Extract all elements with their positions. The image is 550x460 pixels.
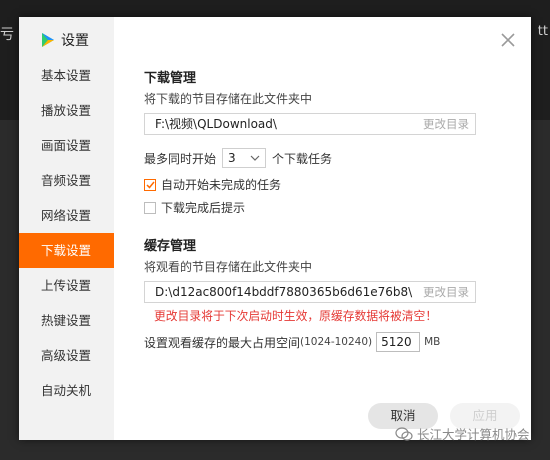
notify-label: 下载完成后提示 — [161, 201, 246, 215]
cache-size-input[interactable]: 5120 — [376, 332, 421, 352]
sidebar-item-basic[interactable]: 基本设置 — [19, 58, 114, 93]
concurrent-value: 3 — [228, 151, 236, 165]
cache-section-title: 缓存管理 — [144, 239, 197, 254]
sidebar-item-network[interactable]: 网络设置 — [19, 198, 114, 233]
notify-checkbox[interactable] — [144, 201, 156, 214]
auto-start-label: 自动开始未完成的任务 — [161, 178, 282, 192]
sidebar-item-download[interactable]: 下载设置 — [19, 233, 114, 268]
cache-path-value: D:\d12ac800f14bddf7880365b6d61e76b8\ — [155, 285, 413, 299]
cache-size-unit: MB — [424, 336, 441, 348]
concurrent-downloads-row: 最多同时开始 3 个下载任务 — [144, 148, 332, 168]
dialog-title: 设置 — [61, 33, 89, 49]
cache-size-prefix: 设置观看缓存的最大占用空间 — [144, 335, 301, 350]
download-section-title: 下载管理 — [144, 71, 197, 86]
checkmark-icon — [145, 181, 155, 189]
app-logo-icon — [42, 33, 54, 47]
cache-change-dir-button[interactable]: 更改目录 — [423, 282, 469, 302]
auto-start-checkbox[interactable] — [144, 178, 156, 191]
download-change-dir-button[interactable]: 更改目录 — [423, 114, 469, 134]
cache-size-range: (1024-10240) — [300, 336, 373, 348]
sidebar-item-audio[interactable]: 音频设置 — [19, 163, 114, 198]
watermark: 长江大学计算机协会 — [395, 424, 530, 443]
sidebar-item-picture[interactable]: 画面设置 — [19, 128, 114, 163]
dialog-header: 设置 — [40, 30, 89, 50]
cache-path-field[interactable]: D:\d12ac800f14bddf7880365b6d61e76b8\ 更改目… — [144, 281, 476, 303]
close-icon[interactable] — [499, 31, 517, 49]
auto-start-row[interactable]: 自动开始未完成的任务 — [144, 176, 281, 193]
settings-sidebar: 设置 基本设置 播放设置 画面设置 音频设置 网络设置 下载设置 上传设置 热键… — [19, 17, 114, 440]
download-desc: 将下载的节目存储在此文件夹中 — [144, 92, 313, 106]
background-text-right: tt — [537, 24, 548, 39]
sidebar-item-playback[interactable]: 播放设置 — [19, 93, 114, 128]
sidebar-item-hotkeys[interactable]: 热键设置 — [19, 303, 114, 338]
sidebar-item-upload[interactable]: 上传设置 — [19, 268, 114, 303]
chevron-down-icon — [250, 155, 260, 161]
cache-warning: 更改目录将于下次启动时生效，原缓存数据将被清空！ — [154, 309, 438, 323]
notify-row[interactable]: 下载完成后提示 — [144, 199, 245, 216]
sidebar-item-auto-shutdown[interactable]: 自动关机 — [19, 373, 114, 408]
watermark-text: 长江大学计算机协会 — [417, 427, 530, 442]
settings-dialog: 设置 基本设置 播放设置 画面设置 音频设置 网络设置 下载设置 上传设置 热键… — [19, 17, 531, 440]
concurrent-select[interactable]: 3 — [222, 148, 267, 168]
sidebar-item-advanced[interactable]: 高级设置 — [19, 338, 114, 373]
concurrent-suffix: 个下载任务 — [272, 151, 333, 166]
download-path-field[interactable]: F:\视频\QLDownload\ 更改目录 — [144, 113, 476, 135]
wechat-icon — [395, 426, 413, 441]
cache-desc: 将观看的节目存储在此文件夹中 — [144, 260, 313, 274]
concurrent-prefix: 最多同时开始 — [144, 151, 217, 166]
download-path-value: F:\视频\QLDownload\ — [155, 117, 277, 131]
cache-size-row: 设置观看缓存的最大占用空间 (1024-10240) 5120 MB — [144, 332, 440, 352]
